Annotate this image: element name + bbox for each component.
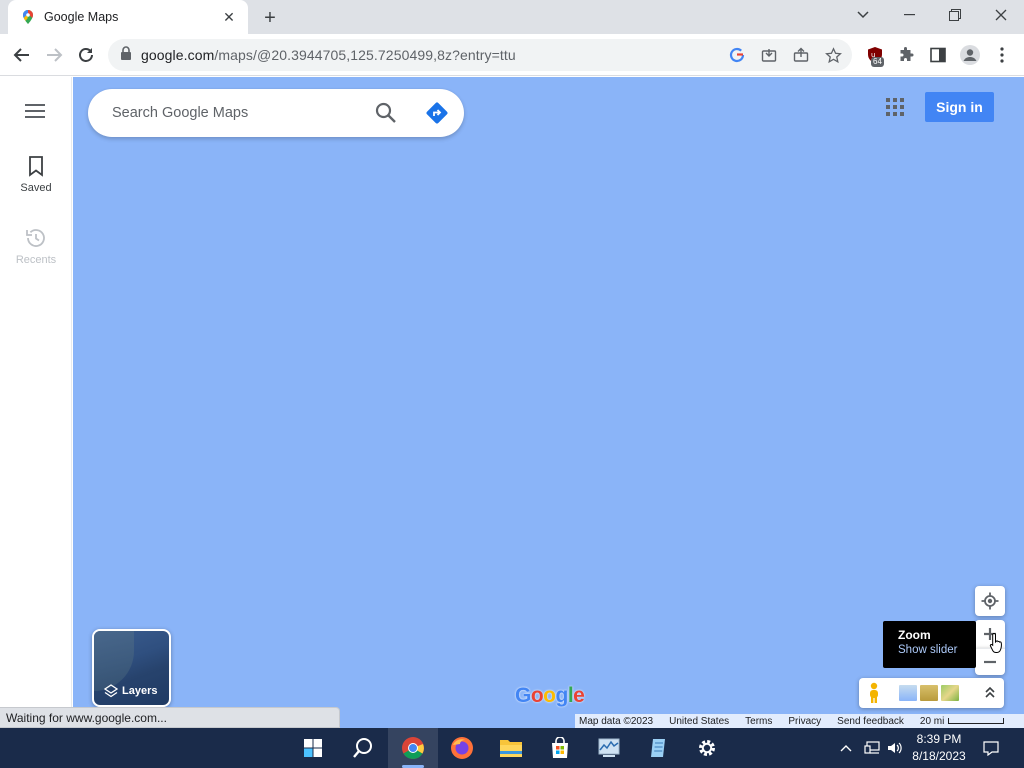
search-icon[interactable] — [374, 101, 398, 125]
my-location-button[interactable] — [975, 586, 1005, 616]
firefox-icon[interactable] — [443, 730, 481, 766]
back-arrow-icon[interactable] — [9, 42, 35, 68]
close-window-button[interactable] — [978, 0, 1024, 30]
search-icon[interactable] — [344, 730, 382, 766]
country-link[interactable]: United States — [669, 716, 729, 727]
tab-close-icon[interactable]: ✕ — [220, 8, 238, 26]
imagery-thumb-map[interactable] — [941, 685, 959, 701]
google-apps-icon[interactable] — [885, 97, 905, 117]
extensions-puzzle-icon[interactable] — [893, 42, 919, 68]
tab-title: Google Maps — [44, 10, 119, 24]
chevron-up-expand-icon[interactable] — [982, 684, 998, 700]
clock-date: 8/18/2023 — [912, 749, 966, 763]
url-path: /maps/@20.3944705,125.7250499,8z?entry=t… — [214, 47, 516, 63]
start-icon[interactable] — [294, 730, 332, 766]
terms-link[interactable]: Terms — [745, 716, 772, 727]
street-view-bar[interactable] — [859, 678, 1004, 708]
tab-google-maps[interactable]: Google Maps ✕ — [8, 0, 248, 34]
task-manager-icon[interactable] — [590, 730, 628, 766]
tooltip-subtitle[interactable]: Show slider — [898, 644, 961, 656]
minimize-button[interactable] — [886, 0, 932, 30]
new-tab-button[interactable]: + — [258, 6, 282, 30]
sidebar-item-recents[interactable]: Recents — [0, 226, 72, 266]
google-logo: Google — [515, 684, 585, 707]
clock-time: 8:39 PM — [916, 732, 962, 746]
map-footer: Map data ©2023 United States Terms Priva… — [575, 714, 1024, 728]
volume-icon[interactable] — [884, 728, 906, 768]
browser-toolbar: google.com/maps/@20.3944705,125.7250499,… — [0, 34, 1024, 76]
notifications-icon[interactable] — [980, 728, 1002, 768]
extension-count-badge: 64 — [871, 57, 884, 67]
show-hidden-icons-chevron-up-icon[interactable] — [836, 728, 856, 768]
share-icon[interactable] — [792, 46, 810, 64]
scale-bar[interactable]: 20 mi — [920, 716, 1020, 727]
directions-icon[interactable] — [424, 100, 450, 126]
layers-icon — [104, 684, 118, 698]
network-icon[interactable] — [861, 728, 883, 768]
url-text: google.com/maps/@20.3944705,125.7250499,… — [141, 47, 516, 63]
sidebar-item-label: Saved — [20, 182, 52, 194]
google-translate-icon[interactable] — [728, 46, 746, 64]
imagery-thumb-terrain[interactable] — [920, 685, 938, 701]
privacy-link[interactable]: Privacy — [788, 716, 821, 727]
forward-arrow-icon[interactable] — [41, 42, 67, 68]
more-menu-icon[interactable] — [989, 42, 1015, 68]
browser-status-bubble: Waiting for www.google.com... — [0, 707, 340, 728]
lock-icon[interactable] — [120, 45, 132, 65]
search-input[interactable] — [112, 105, 362, 121]
store-icon[interactable] — [541, 730, 579, 766]
layers-button[interactable]: Layers — [92, 629, 171, 707]
tab-search-chevron-down-icon[interactable] — [840, 0, 886, 30]
sign-in-button[interactable]: Sign in — [925, 92, 994, 122]
hamburger-menu-icon[interactable] — [24, 103, 48, 121]
scale-label: 20 mi — [919, 715, 945, 727]
install-app-icon[interactable] — [760, 46, 778, 64]
send-feedback-link[interactable]: Send feedback — [837, 716, 904, 727]
imagery-thumbnails[interactable] — [899, 685, 959, 701]
maps-sidebar: Saved Recents — [0, 77, 72, 728]
windows-taskbar: 8:39 PM 8/18/2023 — [0, 728, 1024, 768]
notepad-icon[interactable] — [639, 730, 677, 766]
search-box[interactable] — [88, 89, 464, 137]
pegman-icon[interactable] — [867, 682, 881, 704]
side-panel-icon[interactable] — [925, 42, 951, 68]
zoom-tooltip: Zoom Show slider — [883, 621, 976, 668]
chrome-icon[interactable] — [394, 730, 432, 766]
my-location-icon — [981, 592, 999, 610]
url-host: google.com — [141, 47, 215, 63]
hand-cursor-icon — [989, 632, 1005, 654]
layers-label: Layers — [104, 684, 157, 698]
imagery-thumb-water[interactable] — [899, 685, 917, 701]
google-maps-favicon-icon — [20, 9, 36, 25]
address-bar[interactable]: google.com/maps/@20.3944705,125.7250499,… — [108, 39, 852, 71]
layers-text: Layers — [122, 685, 158, 697]
sidebar-item-saved[interactable]: Saved — [0, 154, 72, 194]
restore-button[interactable] — [932, 0, 978, 30]
minus-icon — [984, 660, 996, 664]
browser-tab-strip: Google Maps ✕ + — [0, 0, 1024, 34]
tooltip-title: Zoom — [898, 628, 931, 642]
scale-bar-line — [948, 718, 1005, 724]
file-explorer-icon[interactable] — [492, 730, 530, 766]
reload-icon[interactable] — [73, 42, 99, 68]
bookmark-star-icon[interactable] — [824, 46, 842, 64]
history-icon — [24, 226, 48, 250]
bookmark-icon — [24, 154, 48, 178]
sidebar-item-label: Recents — [15, 254, 57, 266]
system-clock[interactable]: 8:39 PM 8/18/2023 — [905, 731, 973, 765]
settings-icon[interactable] — [688, 730, 726, 766]
map-data-attribution: Map data ©2023 — [579, 715, 654, 727]
map-canvas[interactable] — [73, 77, 1024, 728]
profile-avatar-icon[interactable] — [957, 42, 983, 68]
satellite-preview — [94, 631, 134, 691]
